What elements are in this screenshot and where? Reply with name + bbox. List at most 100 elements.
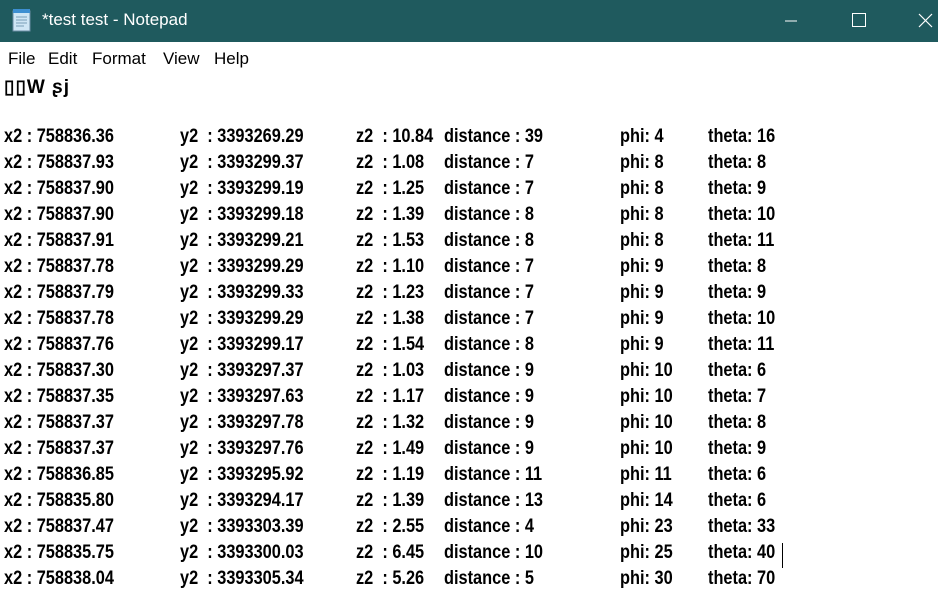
text-editor[interactable]: ▯▯W ʂj x2 : 758836.36 y2 : 3393269.29 z2 :…	[0, 72, 938, 596]
theta-value: theta: 6	[708, 464, 767, 485]
phi-value: phi: 9	[620, 282, 664, 303]
phi-value: phi: 9	[620, 256, 664, 277]
phi-value: phi: 30	[620, 568, 673, 589]
distance-value: distance : 7	[444, 282, 534, 303]
x2-value: x2 : 758837.90	[4, 204, 114, 225]
phi-value: phi: 14	[620, 490, 673, 511]
distance-value: distance : 9	[444, 438, 534, 459]
phi-value: phi: 10	[620, 386, 673, 407]
phi-value: phi: 10	[620, 360, 673, 381]
theta-value: theta: 33	[708, 516, 776, 537]
y2-value: y2 : 3393297.76	[180, 438, 304, 459]
z2-value: z2 : 1.17	[356, 386, 425, 407]
text-line: x2 : 758836.85 y2 : 3393295.92 z2 : 1.19 di…	[0, 464, 938, 490]
maximize-button[interactable]	[836, 0, 882, 42]
minimize-icon	[785, 20, 797, 22]
phi-value: phi: 8	[620, 152, 664, 173]
distance-value: distance : 7	[444, 178, 534, 199]
x2-value: x2 : 758837.30	[4, 360, 114, 381]
distance-value: distance : 7	[444, 152, 534, 173]
theta-value: theta: 8	[708, 412, 767, 433]
text-line: x2 : 758835.80 y2 : 3393294.17 z2 : 1.39 di…	[0, 490, 938, 516]
y2-value: y2 : 3393299.21	[180, 230, 304, 251]
z2-value: z2 : 1.10	[356, 256, 425, 277]
y2-value: y2 : 3393299.29	[180, 256, 304, 277]
z2-value: z2 : 5.26	[356, 568, 425, 589]
distance-value: distance : 9	[444, 360, 534, 381]
close-icon	[918, 13, 933, 28]
maximize-icon	[852, 13, 866, 27]
z2-value: z2 : 2.55	[356, 516, 425, 537]
z2-value: z2 : 1.25	[356, 178, 425, 199]
z2-value: z2 : 10.84	[356, 126, 434, 147]
theta-value: theta: 8	[708, 256, 767, 277]
distance-value: distance : 8	[444, 334, 534, 355]
distance-value: distance : 7	[444, 256, 534, 277]
garbled-first-line: ▯▯W ʂj	[4, 77, 70, 98]
text-line: x2 : 758837.78 y2 : 3393299.29 z2 : 1.10 di…	[0, 256, 938, 282]
text-line: x2 : 758837.30 y2 : 3393297.37 z2 : 1.03 di…	[0, 360, 938, 386]
distance-value: distance : 8	[444, 230, 534, 251]
text-line: x2 : 758836.36 y2 : 3393269.29 z2 : 10.84 d…	[0, 126, 938, 152]
menu-edit[interactable]: Edit	[48, 49, 77, 69]
close-button[interactable]	[902, 0, 938, 42]
text-line: x2 : 758837.78 y2 : 3393299.29 z2 : 1.38 di…	[0, 308, 938, 334]
x2-value: x2 : 758837.76	[4, 334, 114, 355]
theta-value: theta: 6	[708, 360, 767, 381]
text-line: x2 : 758837.37 y2 : 3393297.76 z2 : 1.49 di…	[0, 438, 938, 464]
theta-value: theta: 10	[708, 308, 776, 329]
theta-value: theta: 9	[708, 178, 767, 199]
y2-value: y2 : 3393299.33	[180, 282, 304, 303]
menu-view[interactable]: View	[163, 49, 200, 69]
minimize-button[interactable]	[768, 0, 814, 42]
theta-value: theta: 10	[708, 204, 776, 225]
text-line: x2 : 758837.47 y2 : 3393303.39 z2 : 2.55 di…	[0, 516, 938, 542]
text-line: x2 : 758837.91 y2 : 3393299.21 z2 : 1.53 di…	[0, 230, 938, 256]
y2-value: y2 : 3393299.19	[180, 178, 304, 199]
phi-value: phi: 23	[620, 516, 673, 537]
x2-value: x2 : 758836.36	[4, 126, 114, 147]
menu-bar: File Edit Format View Help	[0, 42, 938, 73]
z2-value: z2 : 1.49	[356, 438, 425, 459]
phi-value: phi: 25	[620, 542, 673, 563]
z2-value: z2 : 1.03	[356, 360, 425, 381]
notepad-icon[interactable]	[11, 8, 33, 32]
phi-value: phi: 11	[620, 464, 672, 485]
distance-value: distance : 10	[444, 542, 543, 563]
z2-value: z2 : 1.23	[356, 282, 425, 303]
text-line: x2 : 758837.76 y2 : 3393299.17 z2 : 1.54 di…	[0, 334, 938, 360]
theta-value: theta: 9	[708, 438, 767, 459]
distance-value: distance : 9	[444, 386, 534, 407]
text-line: x2 : 758837.35 y2 : 3393297.63 z2 : 1.17 di…	[0, 386, 938, 412]
z2-value: z2 : 1.39	[356, 490, 425, 511]
phi-value: phi: 9	[620, 334, 664, 355]
theta-value: theta: 70	[708, 568, 776, 589]
z2-value: z2 : 1.39	[356, 204, 425, 225]
x2-value: x2 : 758837.90	[4, 178, 114, 199]
z2-value: z2 : 1.19	[356, 464, 425, 485]
theta-value: theta: 40	[708, 542, 776, 563]
x2-value: x2 : 758835.80	[4, 490, 114, 511]
theta-value: theta: 9	[708, 282, 767, 303]
title-bar[interactable]: *test test - Notepad	[0, 0, 938, 42]
distance-value: distance : 39	[444, 126, 543, 147]
distance-value: distance : 5	[444, 568, 534, 589]
x2-value: x2 : 758835.75	[4, 542, 114, 563]
menu-format[interactable]: Format	[92, 49, 146, 69]
z2-value: z2 : 1.53	[356, 230, 425, 251]
phi-value: phi: 8	[620, 178, 664, 199]
x2-value: x2 : 758837.35	[4, 386, 114, 407]
z2-value: z2 : 1.08	[356, 152, 425, 173]
z2-value: z2 : 1.38	[356, 308, 425, 329]
theta-value: theta: 16	[708, 126, 776, 147]
text-line: x2 : 758837.37 y2 : 3393297.78 z2 : 1.32 di…	[0, 412, 938, 438]
text-line: x2 : 758837.90 y2 : 3393299.19 z2 : 1.25 di…	[0, 178, 938, 204]
phi-value: phi: 10	[620, 438, 673, 459]
text-line: x2 : 758837.79 y2 : 3393299.33 z2 : 1.23 di…	[0, 282, 938, 308]
phi-value: phi: 10	[620, 412, 673, 433]
y2-value: y2 : 3393297.63	[180, 386, 304, 407]
theta-value: theta: 8	[708, 152, 767, 173]
menu-file[interactable]: File	[8, 49, 35, 69]
menu-help[interactable]: Help	[214, 49, 249, 69]
x2-value: x2 : 758838.04	[4, 568, 114, 589]
